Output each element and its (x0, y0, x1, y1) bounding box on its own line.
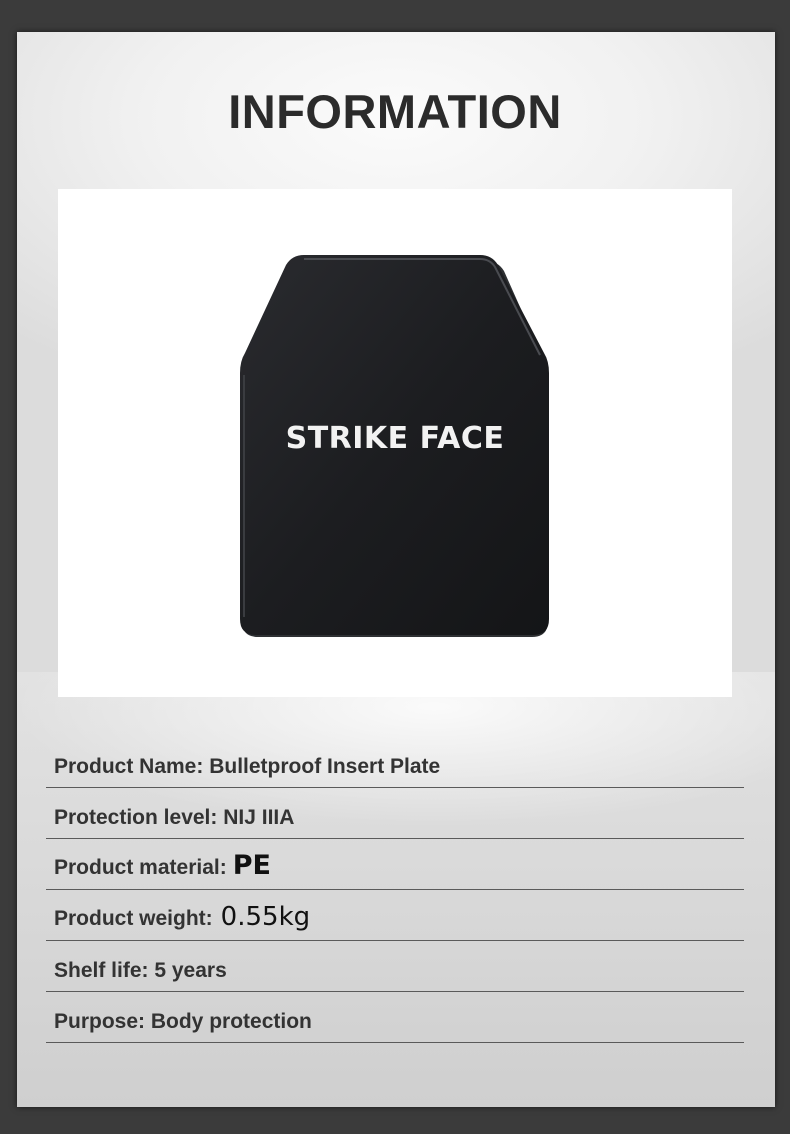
spec-row-protection-level: Protection level: NIJ IIIA (46, 786, 744, 839)
spec-label: Purpose: Body protection (54, 1010, 312, 1033)
spec-value: 5 years (154, 959, 227, 982)
spec-row-purpose: Purpose: Body protection (46, 990, 744, 1043)
spec-row-product-name: Product Name: Bulletproof Insert Plate (46, 735, 744, 788)
spec-row-product-material: Product material: PE (46, 837, 744, 890)
spec-value: 0.55kg (220, 902, 311, 932)
spec-label: Product Name: Bulletproof Insert Plate (54, 755, 441, 778)
spec-row-shelf-life: Shelf life: 5 years (46, 939, 744, 992)
spec-value: PE (232, 850, 271, 881)
spec-value: NIJ IIIA (223, 806, 295, 829)
spec-label: Protection level: NIJ IIIA (54, 806, 295, 829)
spec-label: Product weight: 0.55kg (54, 902, 311, 932)
page-title: INFORMATION (228, 85, 562, 138)
spec-value: Body protection (150, 1010, 312, 1033)
spec-label: Product material: PE (54, 850, 271, 881)
plate-strike-face-label: STRIKE FACE (285, 421, 505, 456)
spec-row-product-weight: Product weight: 0.55kg (46, 888, 744, 941)
spec-label: Shelf life: 5 years (54, 959, 227, 982)
spec-value: Bulletproof Insert Plate (209, 755, 441, 778)
